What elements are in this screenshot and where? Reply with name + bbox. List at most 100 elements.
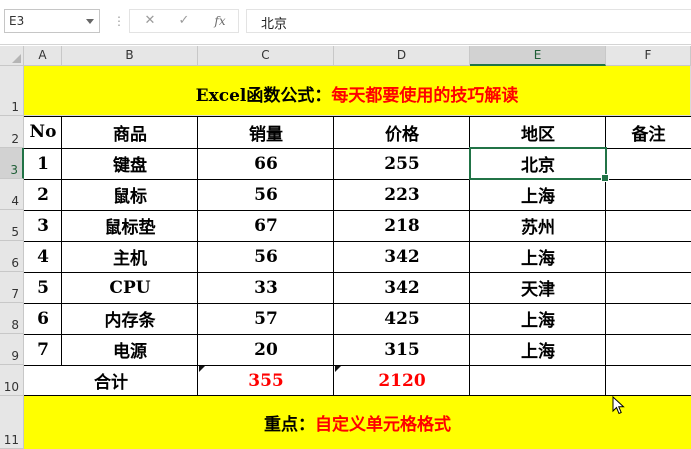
header-cell-price[interactable]: 价格 bbox=[334, 116, 470, 148]
total-label-cell[interactable]: 合计 bbox=[24, 365, 198, 396]
table-cell-region[interactable]: 北京 bbox=[470, 148, 606, 179]
total-price-cell[interactable]: 2120 bbox=[334, 365, 470, 396]
table-cell-sales[interactable]: 66 bbox=[198, 148, 334, 179]
header-cell-product[interactable]: 商品 bbox=[62, 116, 198, 148]
table-cell-no[interactable]: 1 bbox=[24, 148, 62, 179]
total-region-cell[interactable] bbox=[470, 365, 606, 396]
row-header-2[interactable]: 2 bbox=[0, 116, 24, 148]
table-cell-sales[interactable]: 67 bbox=[198, 210, 334, 241]
table-cell-price[interactable]: 218 bbox=[334, 210, 470, 241]
table-cell-no[interactable]: 2 bbox=[24, 179, 62, 210]
header-cell-region[interactable]: 地区 bbox=[470, 116, 606, 148]
table-cell-price[interactable]: 342 bbox=[334, 272, 470, 303]
row-number: 5 bbox=[11, 225, 19, 239]
column-header-b[interactable]: B bbox=[62, 46, 198, 66]
row-header-7[interactable]: 7 bbox=[0, 272, 24, 303]
chevron-down-icon[interactable] bbox=[86, 19, 94, 24]
table-border bbox=[24, 395, 691, 396]
table-border bbox=[61, 116, 62, 365]
table-cell-no[interactable]: 6 bbox=[24, 303, 62, 334]
table-cell-notes[interactable] bbox=[606, 148, 691, 179]
table-cell-sales[interactable]: 56 bbox=[198, 241, 334, 272]
row-number: 10 bbox=[3, 380, 19, 394]
column-header-e[interactable]: E bbox=[470, 46, 606, 66]
column-header-a[interactable]: A bbox=[24, 46, 62, 66]
table-cell-region[interactable]: 上海 bbox=[470, 303, 606, 334]
error-indicator-icon[interactable] bbox=[335, 366, 341, 372]
row-number: 7 bbox=[11, 287, 19, 301]
name-box[interactable]: E3 bbox=[4, 9, 100, 33]
table-cell-region[interactable]: 上海 bbox=[470, 334, 606, 365]
column-header-f[interactable]: F bbox=[606, 46, 691, 66]
insert-function-icon[interactable]: fx bbox=[210, 13, 230, 29]
table-cell-product[interactable]: 鼠标垫 bbox=[62, 210, 198, 241]
table-cell-notes[interactable] bbox=[606, 210, 691, 241]
table-cell-price[interactable]: 342 bbox=[334, 241, 470, 272]
table-border bbox=[605, 116, 606, 396]
table-cell-product[interactable]: 键盘 bbox=[62, 148, 198, 179]
row-number: 11 bbox=[3, 433, 19, 447]
table-cell-notes[interactable] bbox=[606, 334, 691, 365]
table-cell-region[interactable]: 上海 bbox=[470, 179, 606, 210]
table-border bbox=[469, 116, 470, 396]
total-sales-cell[interactable]: 355 bbox=[198, 365, 334, 396]
table-cell-sales[interactable]: 20 bbox=[198, 334, 334, 365]
table-border bbox=[24, 148, 691, 149]
title-prefix: Excel函数公式： bbox=[195, 86, 332, 106]
title-highlight: 每天都要使用的技巧解读 bbox=[331, 86, 519, 106]
table-cell-product[interactable]: 电源 bbox=[62, 334, 198, 365]
table-cell-price[interactable]: 315 bbox=[334, 334, 470, 365]
row-header-5[interactable]: 5 bbox=[0, 210, 24, 241]
column-header-c[interactable]: C bbox=[198, 46, 334, 66]
row-header-4[interactable]: 4 bbox=[0, 179, 24, 210]
table-cell-region[interactable]: 上海 bbox=[470, 241, 606, 272]
table-cell-sales[interactable]: 56 bbox=[198, 179, 334, 210]
select-all-corner[interactable] bbox=[0, 46, 24, 66]
table-cell-price[interactable]: 425 bbox=[334, 303, 470, 334]
table-cell-no[interactable]: 3 bbox=[24, 210, 62, 241]
column-header-d[interactable]: D bbox=[334, 46, 470, 66]
row-number: 3 bbox=[10, 163, 18, 177]
footer-note-cell[interactable]: 重点： 自定义单元格格式 bbox=[24, 396, 691, 449]
table-cell-sales[interactable]: 33 bbox=[198, 272, 334, 303]
formula-input[interactable]: 北京 bbox=[246, 9, 691, 33]
table-cell-notes[interactable] bbox=[606, 241, 691, 272]
row-header-1[interactable]: 1 bbox=[0, 66, 24, 116]
mouse-pointer-icon bbox=[612, 396, 625, 415]
row-header-8[interactable]: 8 bbox=[0, 303, 24, 334]
table-cell-no[interactable]: 7 bbox=[24, 334, 62, 365]
table-cell-region[interactable]: 苏州 bbox=[470, 210, 606, 241]
cancel-icon[interactable]: ✕ bbox=[140, 13, 160, 29]
title-cell[interactable]: Excel函数公式： 每天都要使用的技巧解读 bbox=[24, 66, 691, 116]
total-notes-cell[interactable] bbox=[606, 365, 691, 396]
error-indicator-icon[interactable] bbox=[199, 366, 205, 372]
table-cell-sales[interactable]: 57 bbox=[198, 303, 334, 334]
table-cell-notes[interactable] bbox=[606, 272, 691, 303]
row-header-6[interactable]: 6 bbox=[0, 241, 24, 272]
table-cell-price[interactable]: 255 bbox=[334, 148, 470, 179]
header-cell-notes[interactable]: 备注 bbox=[606, 116, 691, 148]
header-cell-no[interactable]: No bbox=[24, 116, 62, 148]
table-cell-region[interactable]: 天津 bbox=[470, 272, 606, 303]
excel-window: E3 ⋮ ✕ ✓ fx 北京 A B C D E F 1 2 3 4 5 6 7… bbox=[0, 0, 691, 449]
table-border bbox=[24, 241, 691, 242]
row-number: 9 bbox=[11, 349, 19, 363]
row-header-10[interactable]: 10 bbox=[0, 365, 24, 396]
table-cell-notes[interactable] bbox=[606, 179, 691, 210]
row-header-9[interactable]: 9 bbox=[0, 334, 24, 365]
table-cell-product[interactable]: 鼠标 bbox=[62, 179, 198, 210]
table-border bbox=[24, 116, 691, 117]
table-cell-product[interactable]: 内存条 bbox=[62, 303, 198, 334]
table-cell-product[interactable]: 主机 bbox=[62, 241, 198, 272]
row-header-11[interactable]: 11 bbox=[0, 396, 24, 449]
table-cell-product[interactable]: CPU bbox=[62, 272, 198, 303]
table-cell-no[interactable]: 4 bbox=[24, 241, 62, 272]
table-cell-price[interactable]: 223 bbox=[334, 179, 470, 210]
row-header-3[interactable]: 3 bbox=[0, 148, 24, 179]
checkmark-icon[interactable]: ✓ bbox=[174, 13, 194, 29]
header-cell-sales[interactable]: 销量 bbox=[198, 116, 334, 148]
footer-prefix: 重点： bbox=[264, 415, 315, 435]
row-number: 8 bbox=[11, 318, 19, 332]
table-cell-notes[interactable] bbox=[606, 303, 691, 334]
table-cell-no[interactable]: 5 bbox=[24, 272, 62, 303]
